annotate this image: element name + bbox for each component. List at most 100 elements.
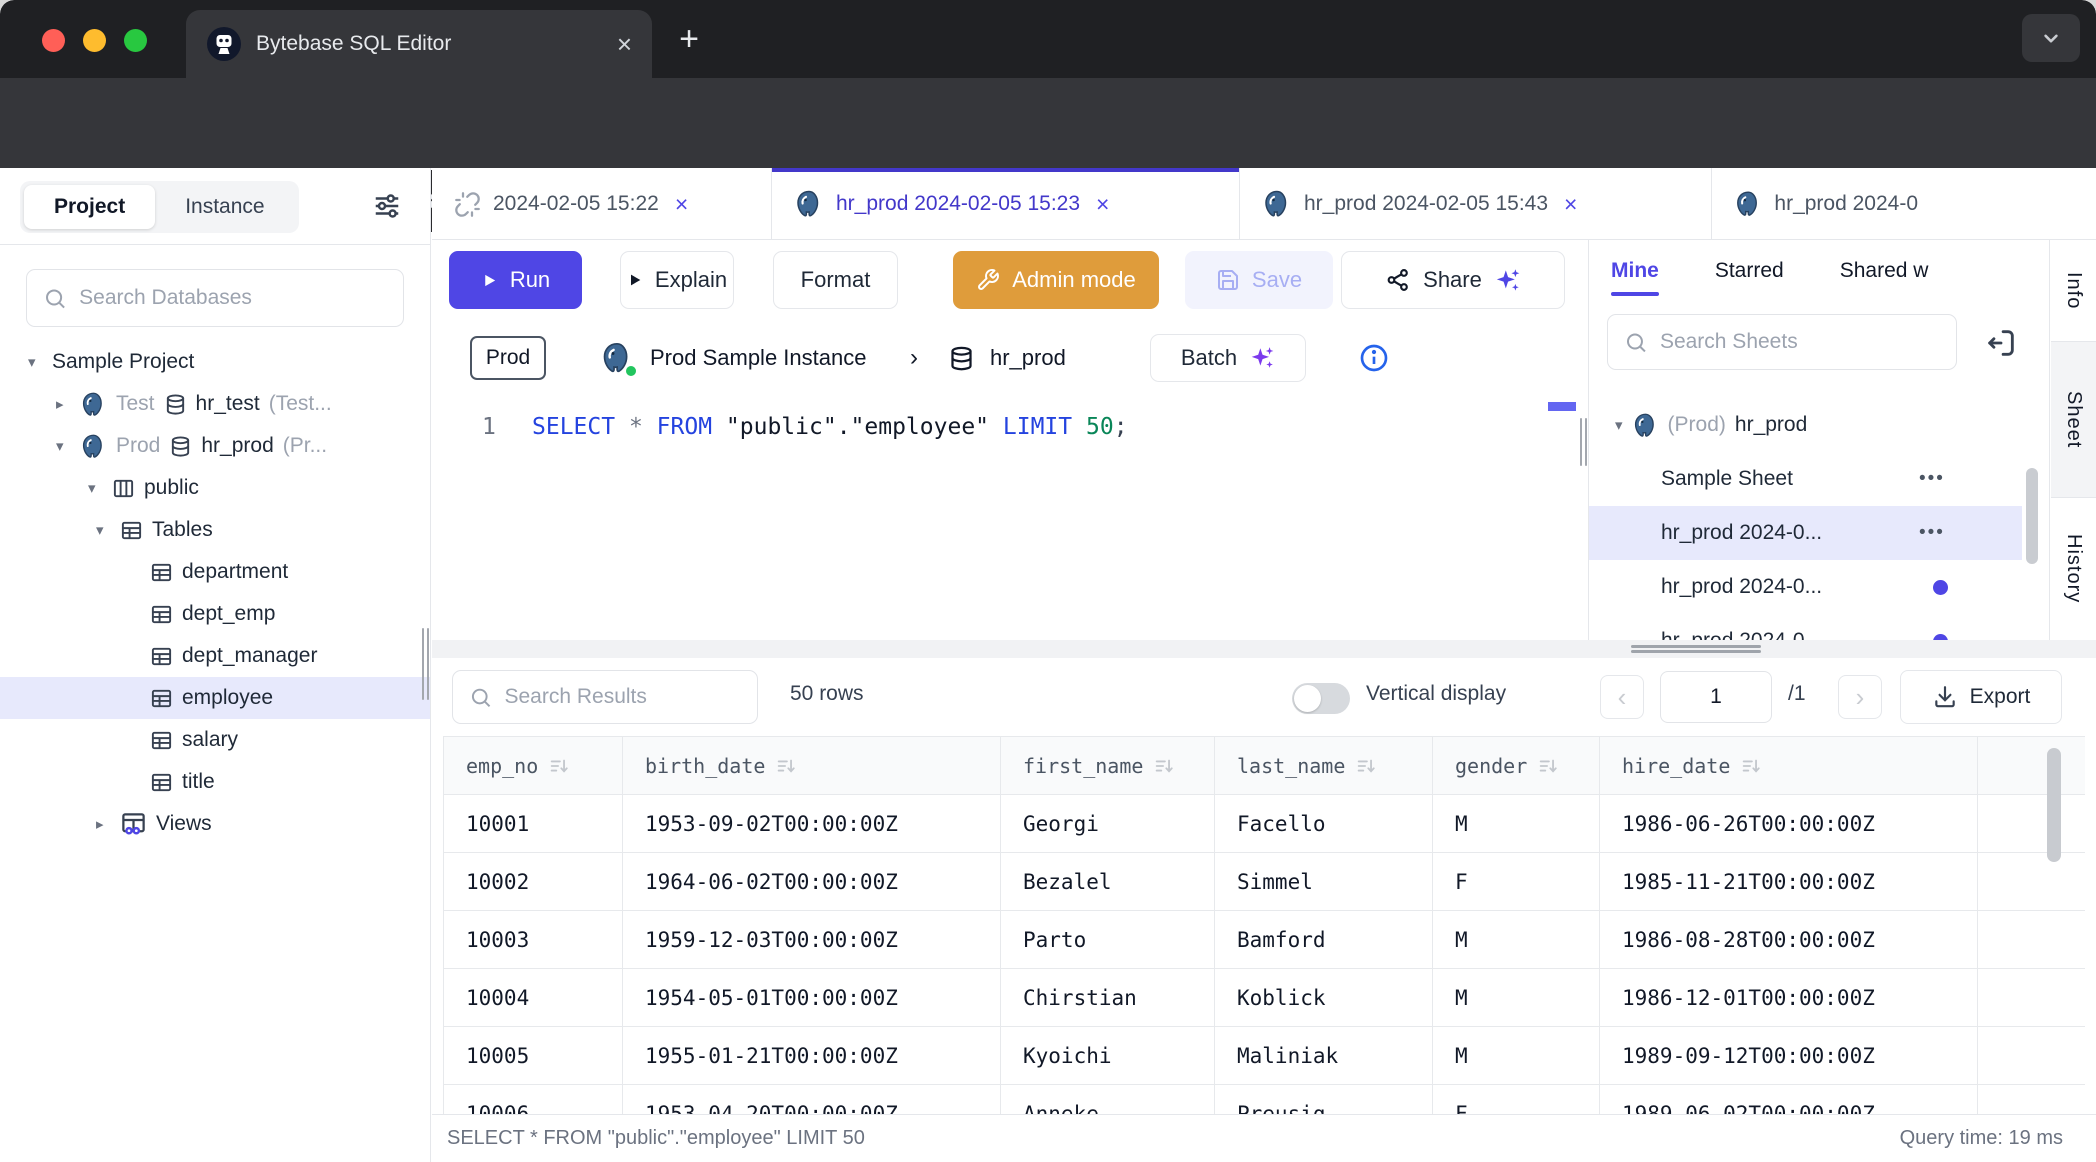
sheet-item-sample[interactable]: Sample Sheet •••: [1589, 452, 2050, 506]
sql-code-area[interactable]: 1 SELECT * FROM "public"."employee" LIMI…: [432, 396, 1588, 640]
sheet-list-scrollbar[interactable]: [2026, 468, 2038, 564]
browser-tab[interactable]: Bytebase SQL Editor ×: [186, 10, 652, 78]
sheet-tab-truncated[interactable]: hr_prod 2024-0: [1712, 168, 1940, 240]
tree-item-table-title[interactable]: title: [0, 761, 430, 803]
close-icon[interactable]: ×: [1096, 191, 1109, 218]
triangle-right-icon[interactable]: ▸: [56, 395, 71, 413]
tree-item-views-group[interactable]: ▸ Views: [0, 803, 430, 845]
batch-button[interactable]: Batch: [1150, 334, 1306, 382]
tree-item-table-salary[interactable]: salary: [0, 719, 430, 761]
tab-instance[interactable]: Instance: [155, 185, 294, 229]
admin-mode-button[interactable]: Admin mode: [953, 251, 1159, 309]
sidebar-resize-handle[interactable]: [427, 628, 429, 700]
results-search-input[interactable]: [504, 685, 741, 709]
rail-tab-sheet[interactable]: Sheet: [2051, 342, 2096, 498]
triangle-down-icon[interactable]: ▾: [56, 437, 71, 455]
window-zoom-button[interactable]: [124, 29, 147, 52]
cell[interactable]: 10001: [444, 795, 623, 853]
next-page-button[interactable]: ›: [1838, 675, 1882, 719]
database-search[interactable]: [26, 269, 404, 327]
triangle-down-icon[interactable]: ▾: [1615, 416, 1623, 434]
tree-item-table-dept-emp[interactable]: dept_emp: [0, 593, 430, 635]
cell[interactable]: 1986-12-01T00:00:00Z: [1600, 969, 1978, 1027]
results-scrollbar[interactable]: [2047, 748, 2061, 862]
results-resize-handle[interactable]: [1631, 650, 1761, 653]
tab-project[interactable]: Project: [24, 185, 155, 229]
sort-icon[interactable]: [1740, 755, 1762, 777]
instance-name[interactable]: Prod Sample Instance: [650, 345, 866, 371]
sort-icon[interactable]: [1153, 755, 1175, 777]
save-button[interactable]: Save: [1185, 251, 1333, 309]
tab-starred[interactable]: Starred: [1715, 240, 1784, 302]
explain-button[interactable]: Explain: [620, 251, 734, 309]
column-header-gender[interactable]: gender: [1433, 737, 1600, 795]
sheet-group-hr-prod[interactable]: ▾ (Prod) hr_prod: [1589, 398, 2050, 452]
share-button[interactable]: Share: [1341, 251, 1565, 309]
tree-item-table-employee[interactable]: employee: [0, 677, 430, 719]
tab-mine[interactable]: Mine: [1611, 240, 1659, 302]
cell[interactable]: 1959-12-03T00:00:00Z: [623, 911, 1001, 969]
cell[interactable]: M: [1433, 795, 1600, 853]
cell[interactable]: 1989-09-12T00:00:00Z: [1600, 1027, 1978, 1085]
close-icon[interactable]: ×: [675, 191, 688, 218]
sheet-item-partial[interactable]: hr_prod 2024-0: [1589, 614, 2050, 640]
triangle-down-icon[interactable]: ▾: [96, 521, 111, 539]
column-header-emp-no[interactable]: emp_no: [444, 737, 623, 795]
column-header-last-name[interactable]: last_name: [1215, 737, 1433, 795]
window-close-button[interactable]: [42, 29, 65, 52]
prev-page-button[interactable]: ‹: [1600, 675, 1644, 719]
cell[interactable]: 1986-06-26T00:00:00Z: [1600, 795, 1978, 853]
more-menu-icon[interactable]: •••: [1919, 522, 1945, 544]
cell[interactable]: 1955-01-21T00:00:00Z: [623, 1027, 1001, 1085]
panel-resize-handle[interactable]: [1585, 418, 1587, 466]
tree-item-db-hr-test[interactable]: ▸ Test hr_test (Test...: [0, 383, 430, 425]
sheet-item-selected[interactable]: hr_prod 2024-0... •••: [1589, 506, 2022, 560]
page-number-input[interactable]: [1660, 671, 1772, 723]
cell[interactable]: Georgi: [1001, 795, 1215, 853]
tree-item-db-hr-prod[interactable]: ▾ Prod hr_prod (Pr...: [0, 425, 430, 467]
cell[interactable]: Kyoichi: [1001, 1027, 1215, 1085]
column-header-hire-date[interactable]: hire_date: [1600, 737, 1978, 795]
cell[interactable]: 10006: [444, 1085, 623, 1114]
export-button[interactable]: Export: [1900, 670, 2062, 724]
cell[interactable]: 1986-08-28T00:00:00Z: [1600, 911, 1978, 969]
sheet-group-partial[interactable]: (Test) hr_test: [1589, 390, 2050, 398]
tree-item-table-department[interactable]: department: [0, 551, 430, 593]
cell[interactable]: 1953-09-02T00:00:00Z: [623, 795, 1001, 853]
cell[interactable]: F: [1433, 853, 1600, 911]
cell[interactable]: 1989-06-02T00:00:00Z: [1600, 1085, 1978, 1114]
sheet-item-unsaved[interactable]: hr_prod 2024-0...: [1589, 560, 2050, 614]
results-search[interactable]: [452, 670, 758, 724]
triangle-down-icon[interactable]: ▾: [28, 353, 43, 371]
triangle-down-icon[interactable]: ▾: [88, 479, 103, 497]
cell[interactable]: 1985-11-21T00:00:00Z: [1600, 853, 1978, 911]
database-name[interactable]: hr_prod: [990, 345, 1066, 371]
collapse-panel-icon[interactable]: [1984, 326, 2018, 360]
sidebar-resize-handle[interactable]: [422, 628, 424, 700]
cell[interactable]: Chirstian: [1001, 969, 1215, 1027]
sort-icon[interactable]: [548, 755, 570, 777]
cell[interactable]: 1964-06-02T00:00:00Z: [623, 853, 1001, 911]
sort-icon[interactable]: [1537, 755, 1559, 777]
sort-icon[interactable]: [775, 755, 797, 777]
filter-settings-icon[interactable]: [372, 191, 402, 221]
tab-shared-with-me[interactable]: Shared w: [1840, 240, 1929, 302]
window-minimize-button[interactable]: [83, 29, 106, 52]
cell[interactable]: Simmel: [1215, 853, 1433, 911]
new-tab-button[interactable]: +: [668, 18, 710, 60]
cell[interactable]: Koblick: [1215, 969, 1433, 1027]
panel-resize-handle[interactable]: [1580, 418, 1582, 466]
ai-sparkles-icon[interactable]: [1494, 267, 1521, 294]
tree-item-table-dept-manager[interactable]: dept_manager: [0, 635, 430, 677]
sort-icon[interactable]: [1355, 755, 1377, 777]
column-header-first-name[interactable]: first_name: [1001, 737, 1215, 795]
format-button[interactable]: Format: [773, 251, 898, 309]
cell[interactable]: Maliniak: [1215, 1027, 1433, 1085]
connection-info-icon[interactable]: [1358, 342, 1390, 374]
column-header-birth-date[interactable]: birth_date: [623, 737, 1001, 795]
cell[interactable]: M: [1433, 1027, 1600, 1085]
cell[interactable]: 1953-04-20T00:00:00Z: [623, 1085, 1001, 1114]
vertical-display-toggle[interactable]: [1292, 683, 1350, 714]
tab-search-button[interactable]: [2022, 14, 2080, 62]
sheet-search-input[interactable]: [1660, 330, 1940, 354]
